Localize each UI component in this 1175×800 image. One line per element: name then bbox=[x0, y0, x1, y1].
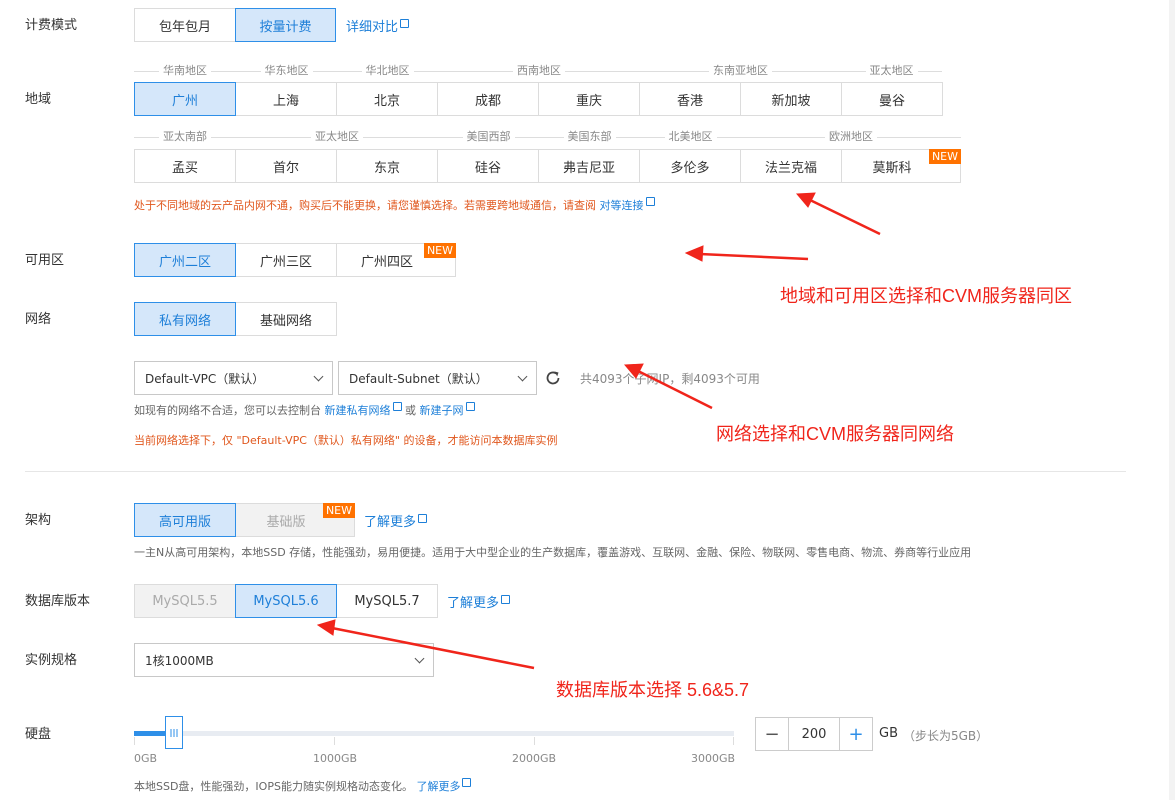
annotation-arrow-head bbox=[684, 245, 704, 262]
annotation-db-version: 数据库版本选择 5.6&5.7 bbox=[556, 680, 750, 700]
annotation-arrow bbox=[809, 198, 881, 236]
zone-gz2[interactable]: 广州二区 bbox=[134, 243, 236, 277]
annotation-arrow bbox=[331, 626, 535, 670]
annotation-network: 网络选择和CVM服务器同网络 bbox=[716, 424, 954, 444]
annotation-region-zone: 地域和可用区选择和CVM服务器同区 bbox=[780, 286, 1072, 306]
annotation-arrow bbox=[699, 252, 809, 261]
scrollbar[interactable] bbox=[1169, 0, 1175, 800]
network-vpc[interactable]: 私有网络 bbox=[134, 302, 236, 336]
arch-ha[interactable]: 高可用版 bbox=[134, 503, 236, 537]
version-56[interactable]: MySQL5.6 bbox=[235, 584, 337, 618]
annotation-arrow-head bbox=[316, 619, 336, 636]
billing-option-payg[interactable]: 按量计费 bbox=[235, 8, 336, 42]
region-guangzhou[interactable]: 广州 bbox=[134, 82, 236, 116]
annotation-arrow bbox=[637, 369, 713, 410]
